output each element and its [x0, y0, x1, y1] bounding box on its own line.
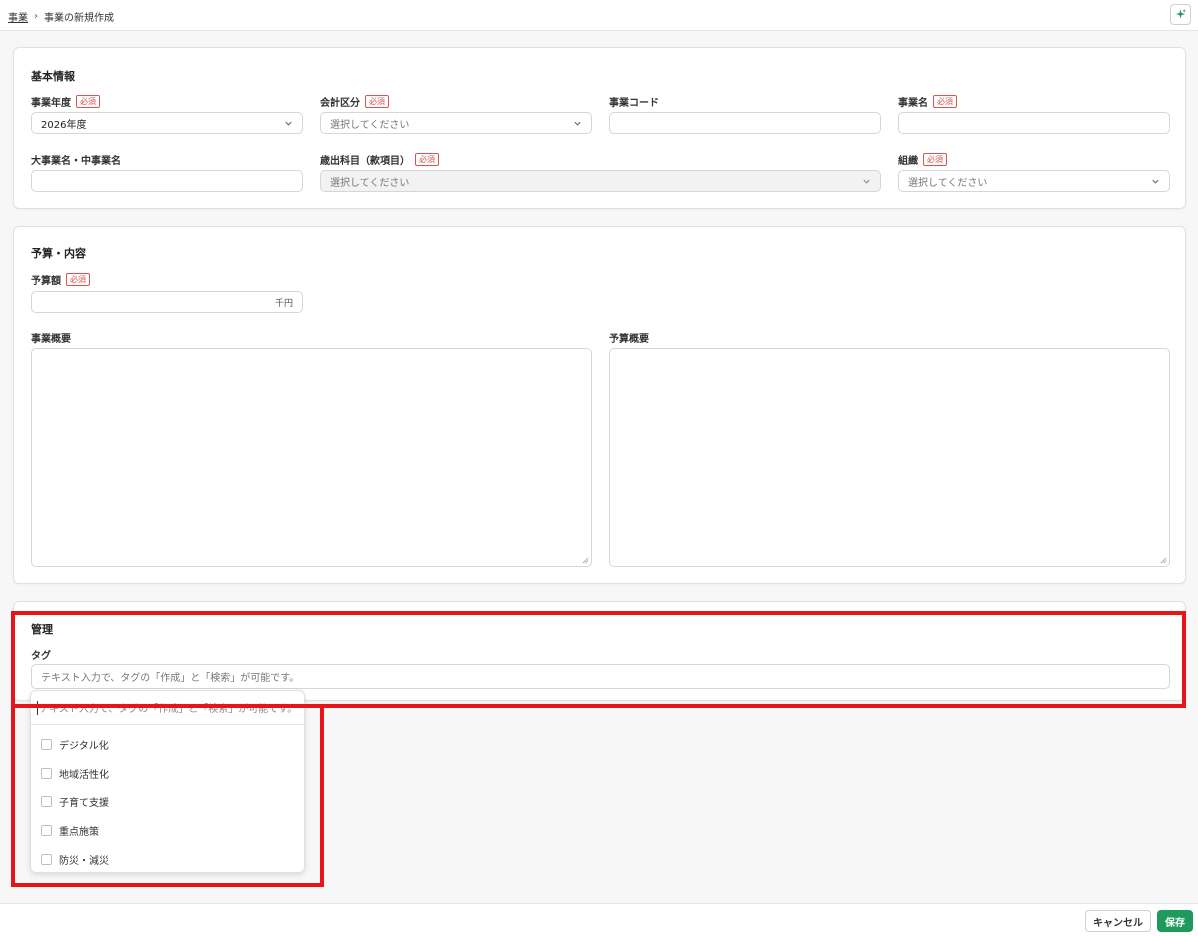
fiscal-year-label: 事業年度 必須: [31, 94, 100, 109]
project-name-input[interactable]: [898, 112, 1170, 134]
breadcrumb-current: 事業の新規作成: [44, 13, 114, 24]
chevron-down-icon: [1152, 179, 1159, 184]
budget-summary-textarea[interactable]: [609, 348, 1170, 567]
text-caret: [37, 700, 38, 715]
save-button[interactable]: 保存: [1157, 910, 1193, 932]
major-minor-name-label: 大事業名・中事業名: [31, 156, 121, 167]
budget-card: 予算・内容 予算額 必須 千円 事業概要 予算概要: [13, 226, 1186, 584]
budget-summary-label: 予算概要: [609, 334, 649, 345]
cancel-button[interactable]: キャンセル: [1085, 910, 1151, 932]
budget-title: 予算・内容: [31, 247, 86, 260]
tag-option[interactable]: 防災・減災: [41, 852, 109, 867]
tag-input[interactable]: テキスト入力で、タグの「作成」と「検索」が可能です。: [31, 664, 1170, 689]
expenditure-item-select[interactable]: 選択してください: [320, 170, 881, 192]
tag-checkbox[interactable]: [41, 825, 52, 836]
project-summary-textarea[interactable]: [31, 348, 592, 567]
tag-dropdown: テキスト入力で、タグの「作成」と「検索」が可能です。 デジタル化 地域活性化 子…: [30, 690, 305, 873]
required-badge: 必須: [76, 95, 100, 108]
footer-bar: キャンセル 保存: [0, 903, 1198, 936]
top-bar: 事業 › 事業の新規作成: [0, 0, 1198, 31]
tag-search-input[interactable]: テキスト入力で、タグの「作成」と「検索」が可能です。: [31, 691, 304, 725]
management-card: 管理 タグ テキスト入力で、タグの「作成」と「検索」が可能です。: [13, 601, 1186, 701]
tag-option[interactable]: 子育て支援: [41, 794, 109, 809]
tag-option[interactable]: 重点施策: [41, 823, 99, 838]
chevron-down-icon: [863, 179, 870, 184]
fiscal-year-select[interactable]: 2026年度: [31, 112, 303, 134]
expenditure-item-label: 歳出科目（款項目） 必須: [320, 152, 439, 167]
project-code-label: 事業コード: [609, 98, 659, 109]
chevron-down-icon: [574, 121, 581, 126]
tag-option[interactable]: デジタル化: [41, 737, 109, 752]
budget-unit: 千円: [274, 298, 293, 309]
budget-amount-label: 予算額 必須: [31, 272, 90, 287]
tag-checkbox[interactable]: [41, 739, 52, 750]
breadcrumb-parent-link[interactable]: 事業: [8, 9, 28, 24]
account-category-select[interactable]: 選択してください: [320, 112, 592, 134]
required-badge: 必須: [365, 95, 389, 108]
management-title: 管理: [31, 623, 53, 636]
organization-label: 組織 必須: [898, 152, 947, 167]
project-name-label: 事業名 必須: [898, 94, 957, 109]
tag-label: タグ: [31, 651, 51, 662]
major-minor-name-input[interactable]: [31, 170, 303, 192]
chevron-down-icon: [285, 121, 292, 126]
resize-grip-icon[interactable]: [1160, 557, 1167, 564]
tag-option[interactable]: 地域活性化: [41, 766, 109, 781]
account-category-label: 会計区分 必須: [320, 94, 389, 109]
tag-checkbox[interactable]: [41, 796, 52, 807]
required-badge: 必須: [923, 153, 947, 166]
basic-info-title: 基本情報: [31, 70, 75, 83]
basic-info-card: 基本情報 事業年度 必須 2026年度 会計区分 必須 選択してください 事業コ…: [13, 47, 1186, 209]
sparkle-icon: [1175, 9, 1186, 19]
required-badge: 必須: [415, 153, 439, 166]
project-code-input[interactable]: [609, 112, 881, 134]
required-badge: 必須: [66, 273, 90, 286]
tag-checkbox[interactable]: [41, 854, 52, 865]
chevron-right-icon: ›: [34, 11, 38, 22]
organization-select[interactable]: 選択してください: [898, 170, 1170, 192]
tag-checkbox[interactable]: [41, 768, 52, 779]
breadcrumb: 事業 › 事業の新規作成: [8, 9, 114, 24]
resize-grip-icon[interactable]: [582, 557, 589, 564]
project-summary-label: 事業概要: [31, 334, 71, 345]
budget-amount-input[interactable]: 千円: [31, 291, 303, 313]
required-badge: 必須: [933, 95, 957, 108]
ai-assist-button[interactable]: [1170, 4, 1191, 25]
